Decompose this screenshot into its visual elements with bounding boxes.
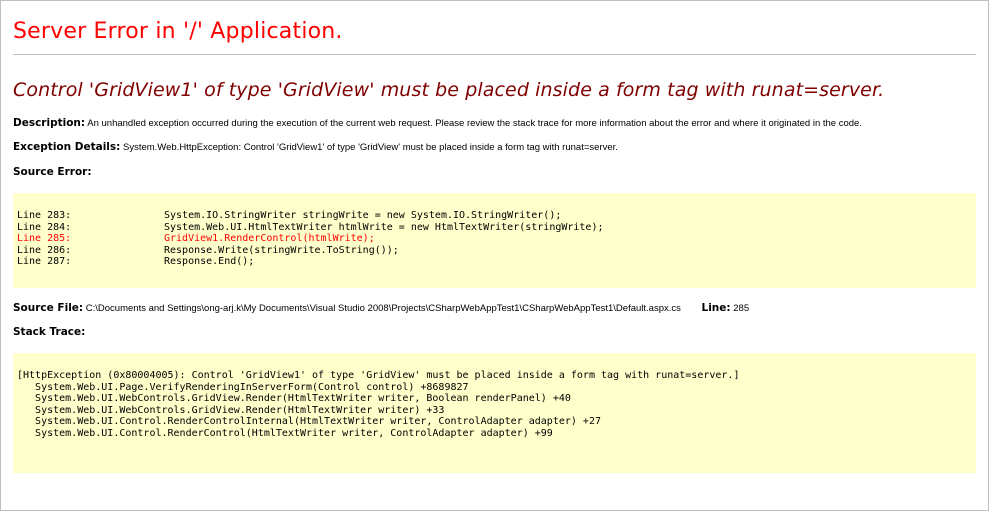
- error-page: Server Error in '/' Application. Control…: [1, 1, 988, 473]
- source-line-number: Line 285:: [17, 233, 72, 245]
- title-divider: [13, 54, 976, 55]
- exception-details: Exception Details: System.Web.HttpExcept…: [13, 141, 976, 154]
- source-file-line-label: Line:: [701, 302, 731, 314]
- stack-trace-heading: Stack Trace:: [13, 326, 86, 338]
- source-file: Source File: C:\Documents and Settings\o…: [13, 302, 976, 315]
- exception-details-label: Exception Details:: [13, 141, 121, 153]
- source-error-code-box: Line 283: System.IO.StringWriter stringWr…: [13, 193, 976, 288]
- source-line-code: System.IO.StringWriter stringWrite = new…: [164, 210, 562, 221]
- source-line-code: Response.End();: [164, 256, 255, 268]
- page-title: Server Error in '/' Application.: [13, 19, 343, 44]
- source-line: Line 283: System.IO.StringWriter stringWr…: [17, 210, 976, 222]
- source-file-line-value: 285: [733, 303, 750, 314]
- source-error-heading-row: Source Error:: [13, 167, 976, 178]
- source-line-number: Line 283:: [17, 210, 72, 221]
- description-label: Description:: [13, 117, 86, 129]
- stack-trace-line: System.Web.UI.Control.RenderControl(Html…: [17, 427, 553, 439]
- stack-trace-line: System.Web.UI.WebControls.GridView.Rende…: [17, 393, 571, 405]
- error-message: Control 'GridView1' of type 'GridView' m…: [13, 79, 885, 101]
- stack-trace-line: [HttpException (0x80004005): Control 'Gr…: [17, 370, 740, 381]
- source-line-code: System.Web.UI.HtmlTextWriter htmlWrite =…: [164, 221, 604, 233]
- source-line-number: Line 287:: [17, 256, 72, 268]
- stack-trace-line: System.Web.UI.Page.VerifyRenderingInServ…: [17, 381, 469, 393]
- source-error-heading: Source Error:: [13, 166, 92, 178]
- source-line-number: Line 286:: [17, 244, 72, 256]
- stack-trace-box: [HttpException (0x80004005): Control 'Gr…: [13, 353, 976, 473]
- source-line-code: Response.Write(stringWrite.ToString());: [164, 244, 399, 256]
- source-line: Line 284: System.Web.UI.HtmlTextWriter ht…: [17, 222, 976, 234]
- source-file-path: C:\Documents and Settings\ong-arj.k\My D…: [85, 303, 681, 314]
- source-line-code: GridView1.RenderControl(htmlWrite);: [164, 233, 375, 245]
- source-line: Line 286: Response.Write(stringWrite.ToSt…: [17, 245, 976, 257]
- source-line: Line 287: Response.End();: [17, 256, 976, 268]
- source-file-label: Source File:: [13, 302, 84, 314]
- source-line-number: Line 284:: [17, 221, 72, 233]
- stack-trace-line: System.Web.UI.Control.RenderControlInter…: [17, 416, 601, 428]
- exception-details-text: System.Web.HttpException: Control 'GridV…: [123, 142, 618, 153]
- description: Description: An unhandled exception occu…: [13, 117, 971, 130]
- stack-trace-heading-row: Stack Trace:: [13, 327, 976, 338]
- stack-trace-line: System.Web.UI.WebControls.GridView.Rende…: [17, 404, 445, 416]
- source-line-error: Line 285: GridView1.RenderControl(htmlWri…: [17, 233, 976, 245]
- description-text: An unhandled exception occurred during t…: [87, 118, 862, 129]
